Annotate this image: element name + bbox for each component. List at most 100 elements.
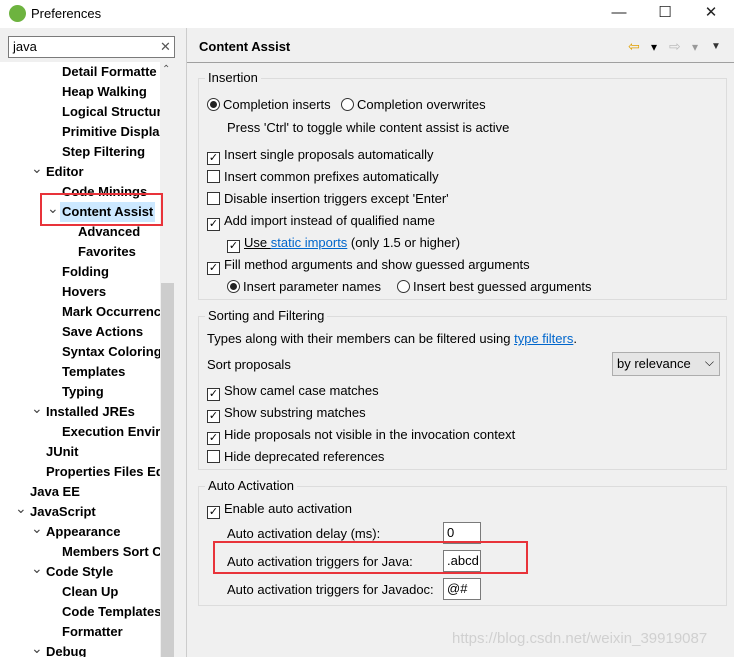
close-button[interactable]: ✕ bbox=[688, 0, 734, 28]
tree-item[interactable]: Step Filtering bbox=[60, 142, 147, 162]
tree-item[interactable]: Java EE bbox=[28, 482, 82, 502]
view-menu-icon[interactable]: ▼ bbox=[711, 41, 721, 52]
tree-item-label: Execution Envir bbox=[62, 424, 160, 439]
chevron-down-icon: ⌵ bbox=[704, 355, 714, 369]
tree-item[interactable]: Folding bbox=[60, 262, 111, 282]
sort-proposals-label: Sort proposals bbox=[207, 357, 291, 372]
chevron-down-icon[interactable]: ⌄ bbox=[31, 638, 43, 657]
forward-dropdown-icon[interactable]: ▾ bbox=[692, 40, 698, 54]
clear-icon[interactable]: ✕ bbox=[160, 39, 171, 55]
tree-item[interactable]: Properties Files Ed bbox=[44, 462, 160, 482]
forward-icon[interactable]: ⇨ bbox=[669, 38, 681, 55]
chevron-down-icon[interactable]: ⌄ bbox=[31, 398, 43, 418]
checkbox-checked-icon: ✓ bbox=[207, 506, 220, 519]
checkbox-checked-icon: ✓ bbox=[207, 152, 220, 165]
checkbox-insert-prefixes[interactable]: Insert common prefixes automatically bbox=[207, 169, 439, 184]
static-imports-link[interactable]: static imports bbox=[271, 235, 348, 250]
javadoc-triggers-input[interactable]: @# bbox=[443, 578, 481, 600]
chevron-down-icon[interactable]: ⌄ bbox=[31, 158, 43, 178]
chevron-down-icon[interactable]: ⌄ bbox=[15, 498, 27, 518]
checkbox-icon bbox=[207, 192, 220, 205]
tree-item[interactable]: Code Templates bbox=[60, 602, 160, 622]
chevron-down-icon[interactable]: ⌄ bbox=[31, 558, 43, 578]
checkbox-checked-icon: ✓ bbox=[227, 240, 240, 253]
sorting-label: Sorting and Filtering bbox=[205, 308, 328, 323]
tree-item-label: Appearance bbox=[46, 524, 121, 539]
radio-insert-best-guessed[interactable]: Insert best guessed arguments bbox=[397, 279, 592, 294]
tree-item[interactable]: Detail Formatte bbox=[60, 62, 159, 82]
tree-item[interactable]: Members Sort C bbox=[60, 542, 160, 562]
header-separator bbox=[187, 62, 734, 63]
back-dropdown-icon[interactable]: ▾ bbox=[651, 40, 657, 54]
filter-input[interactable]: java bbox=[8, 36, 175, 58]
checkbox-label: Fill method arguments and show guessed a… bbox=[224, 257, 530, 272]
tree-item[interactable]: Templates bbox=[60, 362, 127, 382]
type-filters-link[interactable]: type filters bbox=[514, 331, 573, 346]
checkbox-substring[interactable]: ✓ Show substring matches bbox=[207, 405, 366, 423]
tree-item-label: Java EE bbox=[30, 484, 80, 499]
checkbox-disable-triggers[interactable]: Disable insertion triggers except 'Enter… bbox=[207, 191, 449, 206]
select-value: by relevance bbox=[617, 356, 691, 371]
chevron-down-icon[interactable]: ⌄ bbox=[31, 518, 43, 538]
radio-label: Completion inserts bbox=[223, 97, 331, 112]
tree-item[interactable]: Debug bbox=[44, 642, 88, 657]
tree-item[interactable]: Heap Walking bbox=[60, 82, 149, 102]
checkbox-label-suffix: (only 1.5 or higher) bbox=[347, 235, 461, 250]
tree-item[interactable]: Code Style bbox=[44, 562, 115, 582]
tree-item[interactable]: Editor bbox=[44, 162, 86, 182]
scroll-up-icon[interactable]: ⌃ bbox=[162, 64, 170, 75]
tree-item-label: Templates bbox=[62, 364, 126, 379]
radio-icon bbox=[341, 98, 354, 111]
tree-item[interactable]: Clean Up bbox=[60, 582, 120, 602]
tree-item[interactable]: Syntax Coloring bbox=[60, 342, 160, 362]
tree-item[interactable]: Primitive Displa bbox=[60, 122, 160, 142]
checkbox-label: Insert common prefixes automatically bbox=[224, 169, 439, 184]
tree-item-label: Heap Walking bbox=[62, 84, 147, 99]
checkbox-camel-case[interactable]: ✓ Show camel case matches bbox=[207, 383, 379, 401]
radio-label: Insert best guessed arguments bbox=[413, 279, 592, 294]
tree-item[interactable]: Appearance bbox=[44, 522, 122, 542]
tree-item[interactable]: Mark Occurrenc bbox=[60, 302, 160, 322]
checkbox-checked-icon: ✓ bbox=[207, 432, 220, 445]
checkbox-label: Use bbox=[244, 235, 271, 250]
checkbox-hide-deprecated[interactable]: Hide deprecated references bbox=[207, 449, 384, 464]
checkbox-add-import[interactable]: ✓ Add import instead of qualified name bbox=[207, 213, 435, 231]
back-icon[interactable]: ⇦ bbox=[628, 38, 640, 55]
type-filters-description: Types along with their members can be fi… bbox=[207, 331, 577, 346]
checkbox-label: Insert single proposals automatically bbox=[224, 147, 434, 162]
radio-completion-inserts[interactable]: Completion inserts bbox=[207, 97, 331, 112]
checkbox-enable-auto-activation[interactable]: ✓ Enable auto activation bbox=[207, 501, 352, 519]
checkbox-hide-not-visible[interactable]: ✓ Hide proposals not visible in the invoc… bbox=[207, 427, 515, 445]
preference-tree[interactable]: Detail Formatte Heap Walking Logical Struc… bbox=[0, 62, 160, 657]
tree-item-label: Code Templates bbox=[62, 604, 160, 619]
tree-item[interactable]: Logical Structur bbox=[60, 102, 160, 122]
scrollbar-thumb[interactable] bbox=[161, 283, 174, 657]
minimize-button[interactable]: — bbox=[596, 0, 642, 28]
radio-insert-parameter-names[interactable]: Insert parameter names bbox=[227, 279, 381, 294]
tree-item-label: JUnit bbox=[46, 444, 79, 459]
sort-proposals-select[interactable]: by relevance ⌵ bbox=[612, 352, 720, 376]
tree-item-label: Primitive Displa bbox=[62, 124, 160, 139]
tree-item-label: Formatter bbox=[62, 624, 123, 639]
checkbox-fill-arguments[interactable]: ✓ Fill method arguments and show guessed … bbox=[207, 257, 530, 275]
tree-item-label: Mark Occurrenc bbox=[62, 304, 160, 319]
radio-completion-overwrites[interactable]: Completion overwrites bbox=[341, 97, 486, 112]
tree-item[interactable]: Save Actions bbox=[60, 322, 145, 342]
tree-item[interactable]: JUnit bbox=[44, 442, 81, 462]
highlight-box-java-triggers bbox=[213, 541, 528, 574]
tree-item[interactable]: Hovers bbox=[60, 282, 108, 302]
tree-item[interactable]: Formatter bbox=[60, 622, 125, 642]
radio-label: Completion overwrites bbox=[357, 97, 486, 112]
checkbox-icon bbox=[207, 170, 220, 183]
tree-item[interactable]: Execution Envir bbox=[60, 422, 160, 442]
checkbox-insert-single[interactable]: ✓ Insert single proposals automatically bbox=[207, 147, 434, 165]
tree-item-label: Clean Up bbox=[62, 584, 119, 599]
tree-item[interactable]: Typing bbox=[60, 382, 106, 402]
tree-item[interactable]: Installed JREs bbox=[44, 402, 137, 422]
tree-item-label: Debug bbox=[46, 644, 87, 657]
maximize-button[interactable]: ☐ bbox=[642, 0, 688, 28]
checkbox-checked-icon: ✓ bbox=[207, 388, 220, 401]
tree-item-label: Favorites bbox=[78, 244, 136, 259]
checkbox-use-static-imports[interactable]: ✓ Use static imports (only 1.5 or higher) bbox=[227, 235, 460, 253]
tree-item[interactable]: Favorites bbox=[76, 242, 138, 262]
